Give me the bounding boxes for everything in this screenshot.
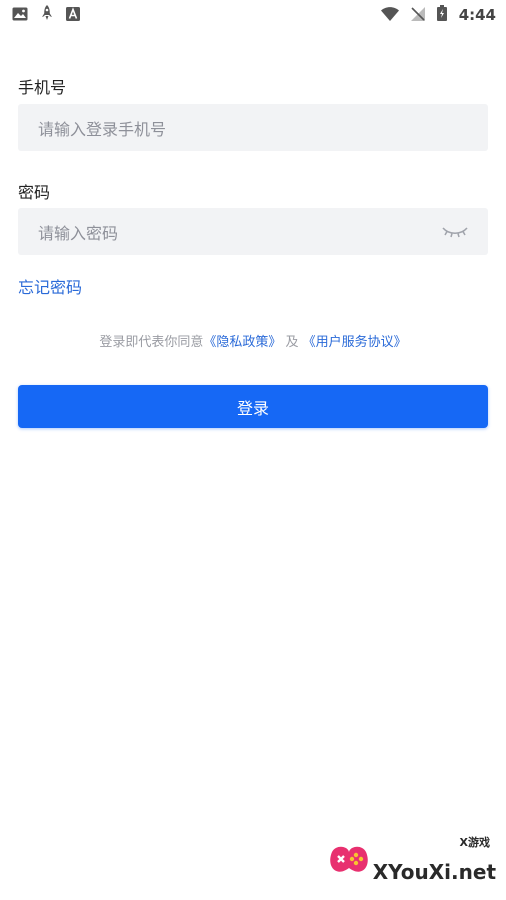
agreement-prefix: 登录即代表你同意 bbox=[99, 335, 204, 350]
agreement-conjunction: 及 bbox=[285, 335, 299, 350]
watermark-brand: XYouXi.net bbox=[372, 860, 496, 884]
eye-closed-icon[interactable] bbox=[442, 225, 468, 239]
terms-of-service-link[interactable]: 《用户服务协议》 bbox=[303, 335, 407, 350]
image-icon bbox=[12, 6, 28, 25]
status-right-icons: 4:44 bbox=[380, 5, 496, 25]
gamepad-icon bbox=[326, 838, 372, 888]
no-signal-icon bbox=[410, 6, 425, 25]
phone-label: 手机号 bbox=[18, 78, 67, 97]
rocket-icon bbox=[40, 5, 54, 25]
password-label: 密码 bbox=[18, 183, 51, 202]
status-bar: 4:44 bbox=[0, 0, 506, 30]
password-input-placeholder: 请输入密码 bbox=[38, 223, 119, 243]
forgot-password-link[interactable]: 忘记密码 bbox=[18, 274, 82, 298]
watermark-tag: X游戏 bbox=[459, 836, 490, 849]
login-button[interactable]: 登录 bbox=[18, 385, 488, 428]
phone-input[interactable]: 请输入登录手机号 bbox=[18, 104, 488, 151]
font-icon bbox=[66, 6, 80, 25]
status-time: 4:44 bbox=[458, 6, 496, 24]
agreement-text: 登录即代表你同意《隐私政策》 及 《用户服务协议》 bbox=[0, 331, 506, 350]
status-left-icons bbox=[12, 5, 80, 25]
phone-input-placeholder: 请输入登录手机号 bbox=[38, 119, 167, 139]
watermark-logo: X游戏 XYouXi.net bbox=[326, 834, 496, 888]
privacy-policy-link[interactable]: 《隐私政策》 bbox=[203, 335, 281, 350]
password-input[interactable]: 请输入密码 bbox=[18, 208, 488, 255]
wifi-icon bbox=[380, 6, 399, 25]
battery-charging-icon bbox=[436, 5, 447, 25]
